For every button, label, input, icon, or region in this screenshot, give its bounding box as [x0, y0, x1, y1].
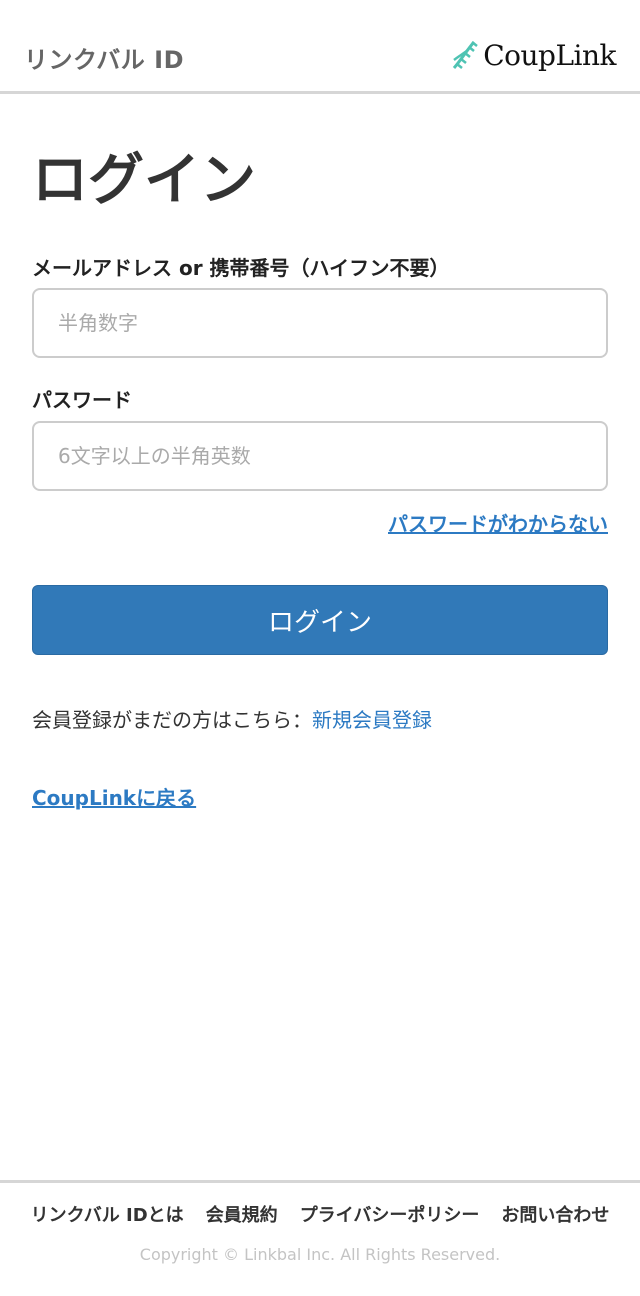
login-page: リンクバル ID CoupLink ログイン メールアドレス or 携帯番号（ハ… [0, 0, 640, 1296]
register-prompt: 会員登録がまだの方はこちら：新規会員登録 [32, 704, 432, 733]
footer-nav: リンクバル IDとは 会員規約 プライバシーポリシー お問い合わせ [0, 1201, 640, 1227]
forgot-password-link[interactable]: パスワードがわからない [388, 508, 608, 537]
brand-title: リンクバル ID [24, 46, 185, 74]
footer-link-privacy[interactable]: プライバシーポリシー [300, 1201, 480, 1227]
page-title: ログイン [32, 148, 256, 213]
footer-link-terms[interactable]: 会員規約 [206, 1201, 278, 1227]
email-field[interactable] [32, 288, 608, 358]
footer-link-about[interactable]: リンクバル IDとは [31, 1201, 184, 1227]
couplink-logo[interactable]: CoupLink [449, 38, 616, 72]
dna-helix-icon [449, 38, 479, 72]
top-header: リンクバル ID CoupLink [0, 0, 640, 94]
copyright-text: Copyright © Linkbal Inc. All Rights Rese… [139, 1245, 501, 1264]
logo-text: CoupLink [483, 38, 616, 72]
password-field[interactable] [32, 421, 608, 491]
register-text: 会員登録がまだの方はこちら： [32, 708, 312, 732]
password-label: パスワード [32, 388, 132, 412]
footer-link-contact[interactable]: お問い合わせ [501, 1201, 609, 1227]
footer: リンクバル IDとは 会員規約 プライバシーポリシー お問い合わせ Copyri… [0, 1180, 640, 1296]
register-link[interactable]: 新規会員登録 [312, 708, 432, 732]
login-button[interactable]: ログイン [32, 585, 608, 655]
back-to-couplink-link[interactable]: CoupLinkに戻る [32, 782, 196, 811]
email-label: メールアドレス or 携帯番号（ハイフン不要） [32, 256, 450, 280]
